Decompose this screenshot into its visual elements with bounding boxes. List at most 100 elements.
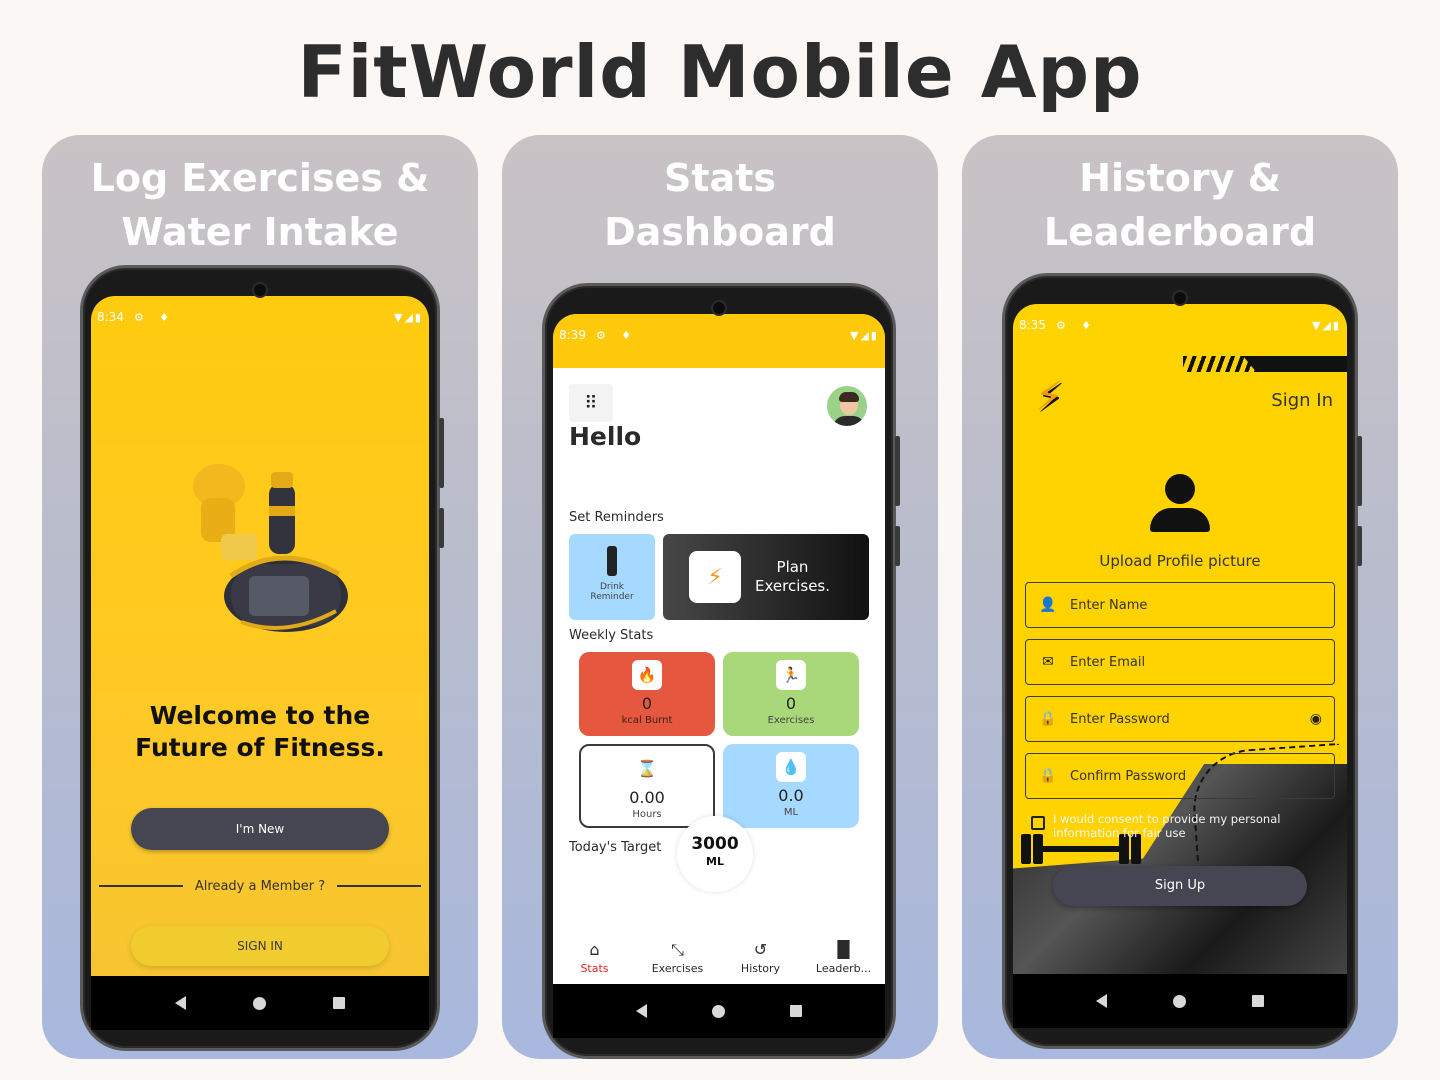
signup-screen: 8:35 ⚙ ♦ ▼◢▮ ⚡ Sign In Upload Profile pi…: [1013, 304, 1347, 974]
stats-screen: 8:39 ⚙ ♦ ▼◢▮ ⠿ Hello Set Reminders Drink…: [553, 314, 885, 984]
front-camera: [1172, 290, 1188, 306]
status-time: 8:35: [1019, 318, 1046, 332]
consent-checkbox[interactable]: [1031, 816, 1045, 830]
fitworld-logo-icon: ⚡: [1035, 374, 1064, 420]
recent-apps-icon[interactable]: [790, 1005, 803, 1017]
plan-label-line-1: Plan: [776, 558, 809, 576]
nav-tab-history[interactable]: ↺ History: [721, 940, 801, 975]
upload-profile-label: Upload Profile picture: [1099, 552, 1261, 570]
recent-apps-icon[interactable]: [333, 997, 346, 1009]
status-time: 8:34: [97, 310, 124, 324]
caption-line-2: Water Intake: [121, 210, 399, 254]
stat-value: 0: [785, 694, 797, 713]
status-signal-battery-icon: ▼◢▮: [394, 310, 423, 324]
home-icon[interactable]: [252, 996, 266, 1010]
status-signal-battery-icon: ▼◢▮: [850, 328, 879, 342]
caption-line-1: History &: [1079, 156, 1281, 200]
plan-label-line-2: Exercises.: [755, 577, 830, 595]
home-icon[interactable]: [711, 1004, 725, 1018]
stat-label: Exercises: [767, 715, 815, 726]
im-new-button[interactable]: I'm New: [131, 808, 389, 850]
stat-card-exercises[interactable]: 🏃 0 Exercises: [723, 652, 859, 736]
name-field[interactable]: 👤 Enter Name: [1025, 582, 1335, 628]
lock-icon: 🔒: [1039, 768, 1057, 784]
stat-label: ML: [783, 807, 799, 818]
home-icon[interactable]: [1173, 994, 1186, 1008]
grid-menu-icon[interactable]: ⠿: [569, 384, 613, 422]
upload-profile-picture-icon[interactable]: [1150, 474, 1210, 532]
stat-label: Hours: [632, 809, 662, 820]
status-settings-icon: ⚙ ♦: [595, 328, 638, 342]
panel-caption: Stats Dashboard: [502, 151, 938, 259]
caption-line-2: Dashboard: [604, 210, 836, 254]
avatar[interactable]: [825, 384, 869, 428]
plan-exercises-card[interactable]: ⚡ Plan Exercises.: [663, 534, 869, 620]
welcome-heading: Welcome to the Future of Fitness.: [91, 700, 429, 764]
water-drop-icon: 💧: [776, 752, 806, 782]
nav-tab-exercises[interactable]: ⤡ Exercises: [638, 940, 718, 975]
password-field[interactable]: 🔒 Enter Password ◉: [1025, 696, 1335, 742]
already-member-text: Already a Member ?: [194, 878, 326, 894]
status-signal-battery-icon: ▼◢▮: [1312, 318, 1341, 332]
nav-tab-stats[interactable]: ⌂ Stats: [555, 940, 635, 975]
front-camera: [252, 282, 268, 298]
panel-history-leaderboard: History & Leaderboard 8:35 ⚙ ♦ ▼◢▮ ⚡ Sig…: [962, 135, 1398, 1059]
email-field[interactable]: ✉ Enter Email: [1025, 639, 1335, 685]
drink-label-line-1: Drink: [599, 582, 625, 592]
nav-label: History: [740, 961, 781, 975]
todays-target-label: Today's Target: [569, 840, 662, 855]
already-member-divider: Already a Member ?: [99, 876, 421, 896]
stat-value: 0.00: [629, 788, 665, 807]
consent-text: I would consent to provide my personal i…: [1053, 812, 1281, 840]
target-unit: ML: [706, 855, 724, 868]
sign-in-link[interactable]: Sign In: [1271, 390, 1333, 411]
dumbbell-icon: ⤡: [671, 939, 684, 959]
stat-value: 0.0: [778, 786, 804, 805]
leaderboard-icon: ▐▌: [831, 939, 856, 959]
email-placeholder: Enter Email: [1070, 654, 1146, 670]
stat-label: kcal Burnt: [621, 715, 673, 726]
nav-label: Exercises: [651, 961, 704, 975]
stat-card-kcal[interactable]: 🔥 0 kcal Burnt: [579, 652, 715, 736]
plan-exercises-label: Plan Exercises.: [755, 558, 830, 596]
drink-reminder-card[interactable]: Drink Reminder: [569, 534, 655, 620]
home-icon: ⌂: [589, 939, 600, 959]
panel-caption: History & Leaderboard: [962, 151, 1398, 259]
status-bar: 8:39 ⚙ ♦ ▼◢▮: [553, 314, 885, 356]
password-placeholder: Enter Password: [1070, 711, 1170, 727]
fire-icon: 🔥: [632, 660, 662, 690]
panel-caption: Log Exercises & Water Intake: [42, 151, 478, 259]
nav-label: Stats: [580, 961, 609, 975]
confirm-password-placeholder: Confirm Password: [1070, 768, 1187, 784]
bottle-icon: [607, 546, 617, 576]
confirm-password-field[interactable]: 🔒 Confirm Password: [1025, 753, 1335, 799]
stat-card-hours[interactable]: ⌛ 0.00 Hours: [579, 744, 715, 828]
android-nav-bar: [553, 984, 885, 1038]
caption-line-1: Log Exercises &: [90, 156, 430, 200]
nav-tab-leaderboard[interactable]: ▐▌ Leaderb...: [804, 940, 884, 975]
history-icon: ↺: [753, 939, 768, 959]
mail-icon: ✉: [1042, 654, 1054, 670]
person-icon: 👤: [1039, 597, 1057, 613]
phone-frame: 8:34 ⚙ ♦ ▼◢▮ Welcome to the Future of Fi…: [80, 265, 444, 1051]
drink-label-line-2: Reminder: [590, 592, 634, 602]
nav-label: Leaderb...: [815, 961, 872, 975]
target-circle: 3000 ML: [677, 816, 753, 892]
page-title: FitWorld Mobile App: [297, 30, 1143, 114]
decorative-bar: [1243, 356, 1347, 372]
eye-icon[interactable]: ◉: [1310, 711, 1322, 727]
status-settings-icon: ⚙ ♦: [133, 310, 176, 324]
back-icon[interactable]: [635, 1004, 647, 1018]
welcome-line-1: Welcome to the: [149, 701, 371, 730]
status-settings-icon: ⚙ ♦: [1055, 318, 1098, 332]
back-icon[interactable]: [1096, 994, 1107, 1008]
status-bar: 8:34 ⚙ ♦ ▼◢▮: [91, 296, 429, 338]
sign-in-button[interactable]: SIGN IN: [131, 926, 389, 966]
status-time: 8:39: [559, 328, 586, 342]
stat-card-ml[interactable]: 💧 0.0 ML: [723, 744, 859, 828]
sign-up-button[interactable]: Sign Up: [1053, 866, 1307, 906]
caption-line-2: Leaderboard: [1043, 210, 1317, 254]
back-icon[interactable]: [174, 996, 186, 1010]
stat-value: 0: [641, 694, 653, 713]
recent-apps-icon[interactable]: [1252, 995, 1264, 1007]
